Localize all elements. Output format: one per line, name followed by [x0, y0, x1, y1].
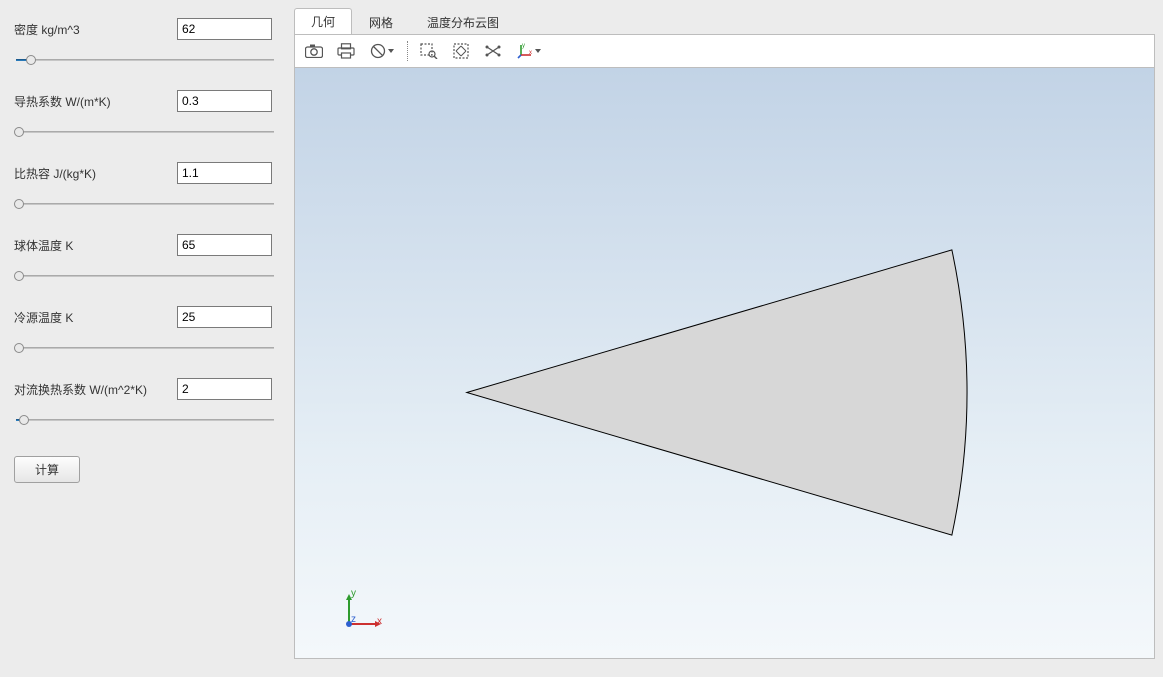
print-icon[interactable] — [333, 38, 359, 64]
param-sphere-temp: 球体温度 K — [14, 234, 272, 284]
conductivity-input[interactable] — [177, 90, 272, 112]
axis-x-label: x — [377, 616, 382, 627]
tab-mesh[interactable]: 网格 — [352, 9, 410, 35]
param-specific-heat: 比热容 J/(kg*K) — [14, 162, 272, 212]
param-label: 密度 kg/m^3 — [14, 21, 80, 38]
visualization-panel: 几何 网格 温度分布云图 — [286, 0, 1163, 677]
density-input[interactable] — [177, 18, 272, 40]
geometry-shape — [295, 68, 1154, 658]
view-area: x y y x z — [294, 34, 1155, 659]
axis-gizmo: y x z — [337, 590, 383, 636]
toolbar-separator — [407, 41, 408, 61]
param-density: 密度 kg/m^3 — [14, 18, 272, 68]
convection-slider[interactable] — [16, 412, 274, 428]
parameter-panel: 密度 kg/m^3 导热系数 W/(m*K) 比热容 J/(kg*K) — [0, 0, 286, 677]
svg-text:x: x — [529, 50, 532, 56]
param-convection: 对流换热系数 W/(m^2*K) — [14, 378, 272, 428]
tab-geometry[interactable]: 几何 — [294, 8, 352, 35]
chevron-down-icon — [535, 49, 541, 53]
param-label: 冷源温度 K — [14, 309, 73, 326]
cold-temp-slider[interactable] — [16, 340, 274, 356]
compute-button[interactable]: 计算 — [14, 456, 80, 483]
camera-icon[interactable] — [301, 38, 327, 64]
density-slider[interactable] — [16, 52, 274, 68]
tab-temperature-cloud[interactable]: 温度分布云图 — [410, 9, 516, 35]
param-label: 球体温度 K — [14, 237, 73, 254]
axis-icon[interactable]: x y — [512, 38, 546, 64]
param-cold-temp: 冷源温度 K — [14, 306, 272, 356]
svg-text:y: y — [522, 43, 525, 49]
rotate-icon[interactable] — [480, 38, 506, 64]
specific-heat-slider[interactable] — [16, 196, 274, 212]
view-tabs: 几何 网格 温度分布云图 — [286, 4, 1155, 34]
param-conductivity: 导热系数 W/(m*K) — [14, 90, 272, 140]
conductivity-slider[interactable] — [16, 124, 274, 140]
reset-view-icon[interactable] — [365, 38, 399, 64]
axis-y-label: y — [351, 588, 356, 599]
view-toolbar: x y — [295, 35, 1154, 67]
param-label: 比热容 J/(kg*K) — [14, 165, 96, 182]
fit-view-icon[interactable] — [448, 38, 474, 64]
chevron-down-icon — [388, 49, 394, 53]
cold-temp-input[interactable] — [177, 306, 272, 328]
zoom-box-icon[interactable] — [416, 38, 442, 64]
convection-input[interactable] — [177, 378, 272, 400]
geometry-canvas[interactable]: y x z — [295, 67, 1154, 658]
param-label: 对流换热系数 W/(m^2*K) — [14, 381, 147, 398]
specific-heat-input[interactable] — [177, 162, 272, 184]
axis-z-label: z — [351, 614, 356, 625]
sphere-temp-input[interactable] — [177, 234, 272, 256]
param-label: 导热系数 W/(m*K) — [14, 93, 111, 110]
sphere-temp-slider[interactable] — [16, 268, 274, 284]
